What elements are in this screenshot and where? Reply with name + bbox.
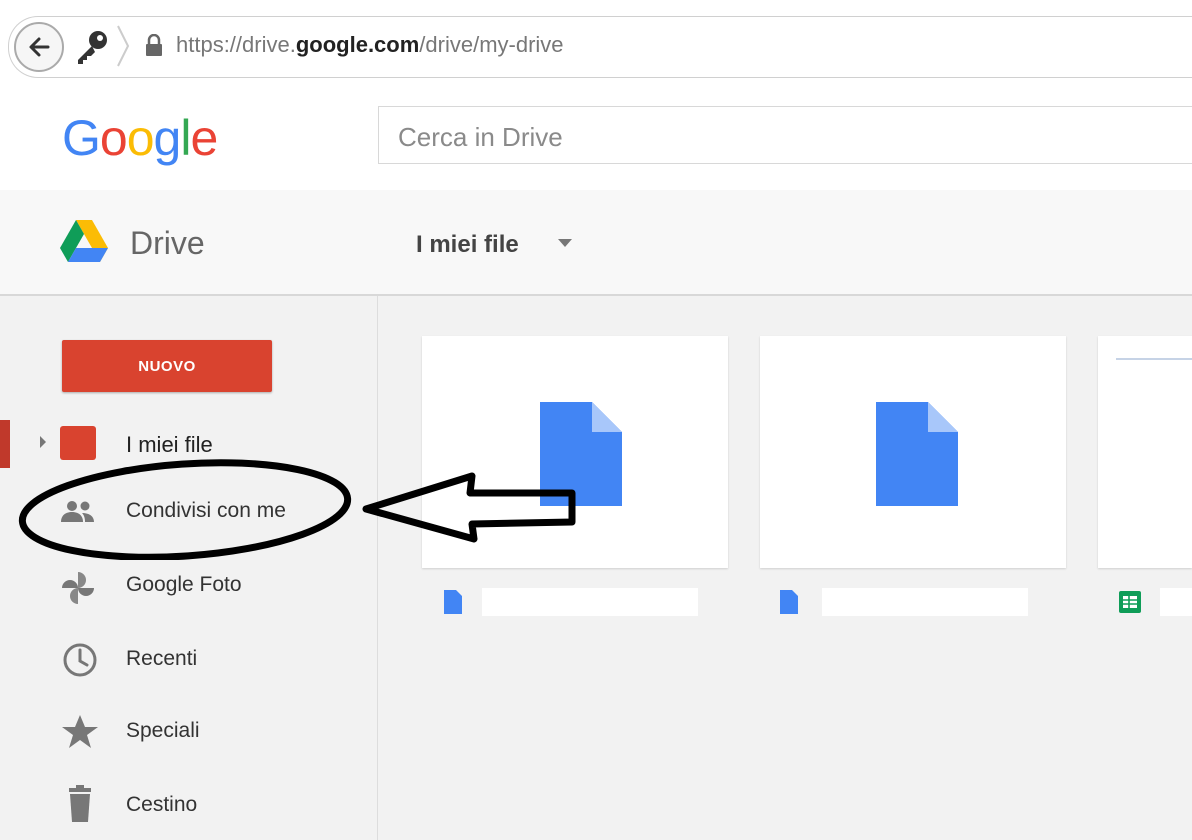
url-prefix: https://drive. bbox=[176, 32, 296, 57]
star-icon bbox=[62, 715, 98, 748]
caret-down-icon[interactable] bbox=[558, 239, 572, 247]
back-button[interactable] bbox=[14, 22, 64, 72]
drive-app-name: Drive bbox=[130, 225, 205, 261]
url-text[interactable]: https://drive.google.com/drive/my-drive bbox=[176, 30, 564, 60]
key-icon[interactable] bbox=[70, 26, 114, 70]
sheet-preview-line bbox=[1116, 358, 1192, 360]
url-path: /drive/my-drive bbox=[419, 32, 564, 57]
file-name-redacted[interactable] bbox=[1160, 588, 1192, 616]
doc-icon bbox=[876, 402, 958, 506]
logo-letter: g bbox=[153, 110, 182, 166]
url-separator bbox=[117, 25, 130, 67]
annotation-ellipse bbox=[18, 459, 352, 560]
file-name-redacted[interactable] bbox=[482, 588, 698, 616]
drive-logo-icon[interactable] bbox=[60, 220, 108, 262]
sidebar-item-recent[interactable]: Recenti bbox=[126, 646, 197, 672]
file-name-redacted[interactable] bbox=[822, 588, 1028, 616]
logo-letter: o bbox=[126, 110, 155, 166]
url-domain: google.com bbox=[295, 32, 420, 57]
annotation-overlay bbox=[18, 459, 576, 560]
logo-letter: l bbox=[180, 110, 191, 166]
clock-icon bbox=[63, 643, 97, 677]
pinwheel-icon bbox=[62, 572, 94, 604]
sheet-icon bbox=[1119, 591, 1141, 613]
doc-icon bbox=[444, 590, 462, 614]
location-dropdown[interactable]: I miei file bbox=[416, 230, 519, 260]
doc-icon bbox=[780, 590, 798, 614]
trash-icon bbox=[69, 785, 91, 822]
sidebar-item-google-photos[interactable]: Google Foto bbox=[126, 572, 242, 598]
lock-icon bbox=[146, 34, 162, 56]
logo-letter: o bbox=[99, 110, 128, 166]
annotation-arrow bbox=[362, 472, 576, 543]
google-logo[interactable]: Google bbox=[62, 108, 218, 168]
logo-letter: G bbox=[62, 110, 101, 166]
new-button[interactable]: NUOVO bbox=[62, 340, 272, 392]
sidebar-item-starred[interactable]: Speciali bbox=[126, 718, 200, 744]
back-arrow-icon bbox=[29, 37, 50, 57]
sidebar-item-trash[interactable]: Cestino bbox=[126, 792, 197, 818]
logo-letter: e bbox=[190, 110, 218, 166]
search-placeholder: Cerca in Drive bbox=[398, 122, 563, 152]
file-card[interactable] bbox=[1098, 336, 1192, 568]
